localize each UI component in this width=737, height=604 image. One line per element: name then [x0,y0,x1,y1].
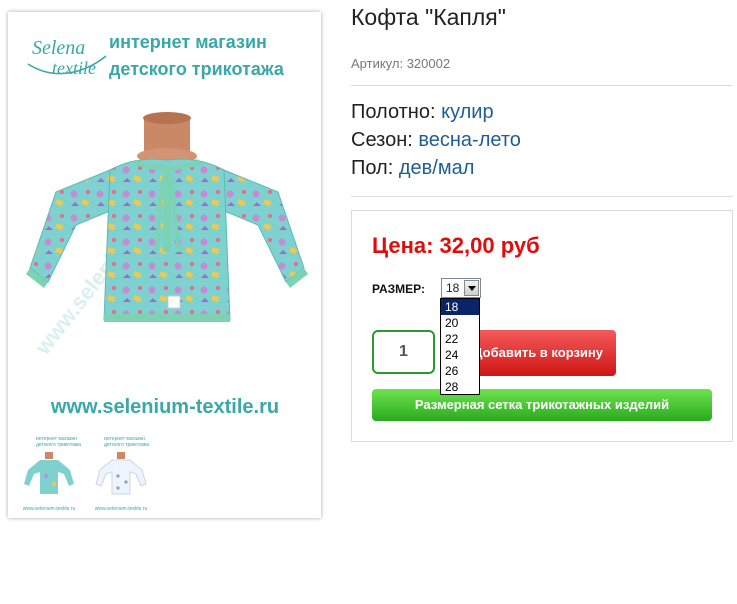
property-season: Сезон: весна-лето [351,126,521,154]
image-url-text: www.selenium-textile.ru [50,396,279,418]
size-select[interactable]: 18 [441,278,481,298]
property-value: весна-лето [418,129,521,151]
logo-text-1: Selena [32,37,85,59]
main-product-image[interactable]: Selena textile интернет магазин детского… [16,20,314,424]
logo-text-2: textile [52,58,96,78]
size-option-26[interactable]: 26 [441,363,479,379]
size-label: РАЗМЕР: [372,282,425,296]
divider [351,196,733,197]
chevron-down-icon[interactable] [464,280,479,296]
size-option-20[interactable]: 20 [441,315,479,331]
size-chart-button[interactable]: Размерная сетка трикотажных изделий [372,389,712,421]
property-fabric: Полотно: кулир [351,98,521,126]
property-gender: Пол: дев/мал [351,154,521,182]
size-selected-value: 18 [446,281,460,295]
product-article: Артикул: 320002 [351,56,451,71]
product-title: Кофта "Капля" [351,4,506,30]
property-label: Сезон: [351,129,413,151]
price: Цена: 32,00 руб [372,233,540,258]
thumbnail-2[interactable]: интернет магазин детского трикотажа www.… [88,430,154,514]
size-option-28[interactable]: 28 [441,379,479,395]
property-value: дев/мал [398,157,475,179]
thumb-2-headline-2: детского трикотажа [104,442,149,448]
thumb-1-url: www.selenium-textile.ru [23,506,76,512]
product-gallery: Selena textile интернет магазин детского… [8,12,321,518]
quantity-input[interactable] [372,330,435,374]
headline-line-1: интернет магазин [109,32,267,52]
product-properties: Полотно: кулир Сезон: весна-лето Пол: де… [351,98,521,182]
thumb-2-url: www.selenium-textile.ru [95,506,148,512]
property-label: Полотно: [351,101,436,123]
size-dropdown-list: 18 20 22 24 26 28 [440,298,480,395]
thumbnail-strip: интернет магазин детского трикотажа www.… [16,430,314,514]
buy-box: Цена: 32,00 руб РАЗМЕР: 18 Добавить в ко… [351,210,733,442]
property-label: Пол: [351,157,394,179]
mannequin [137,112,197,164]
size-option-22[interactable]: 22 [441,331,479,347]
thumbnail-1[interactable]: интернет магазин детского трикотажа www.… [16,430,82,514]
thumb-1-headline-2: детского трикотажа [36,442,81,448]
size-option-18[interactable]: 18 [441,299,479,315]
headline-line-2: детского трикотажа [109,59,285,79]
property-value: кулир [441,101,494,123]
divider [351,85,733,86]
size-option-24[interactable]: 24 [441,347,479,363]
